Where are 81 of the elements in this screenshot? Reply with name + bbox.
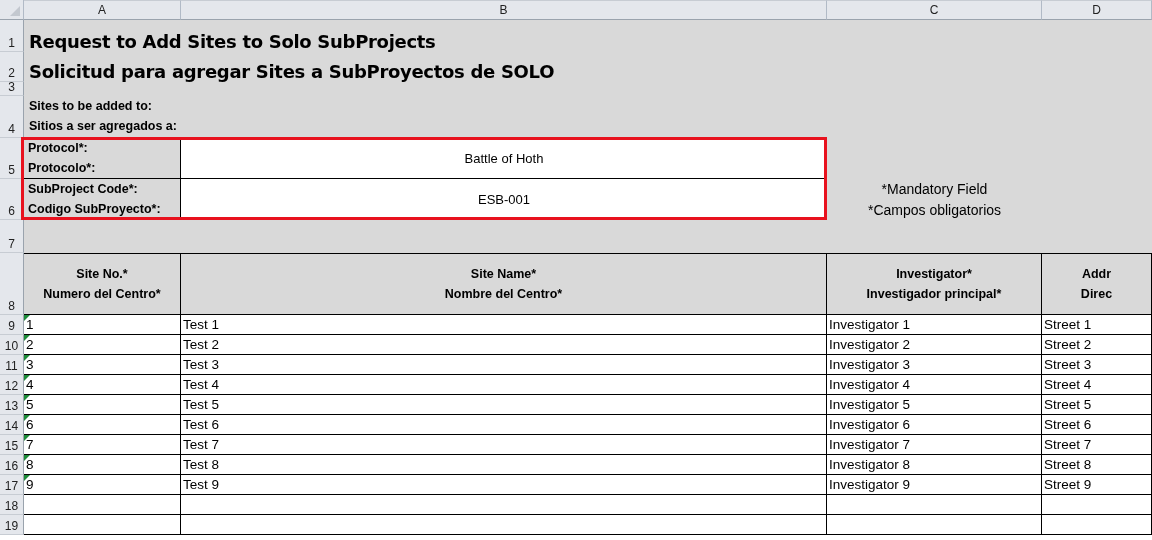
intro-text: Sitios a ser agregados a: [29, 118, 178, 135]
row-header[interactable]: 9 [0, 315, 24, 335]
table-cell: Test 3 [181, 355, 827, 375]
table-cell: Street 6 [1042, 415, 1152, 435]
row-header[interactable]: 18 [0, 495, 24, 515]
row-header[interactable]: 14 [0, 415, 24, 435]
field-value-cell[interactable]: ESB-001 [181, 179, 827, 220]
table-cell: Test 8 [181, 455, 827, 475]
empty-cell[interactable] [827, 515, 1042, 535]
row-header[interactable]: 8 [0, 253, 24, 315]
table-cell: Street 2 [1042, 335, 1152, 355]
table-cell: 4 [24, 375, 181, 395]
table-cell: Test 1 [181, 315, 827, 335]
row-header[interactable]: 15 [0, 435, 24, 455]
row-header[interactable]: 12 [0, 375, 24, 395]
table-cell: Test 9 [181, 475, 827, 495]
table-cell: Street 7 [1042, 435, 1152, 455]
field-label: Codigo SubProyecto*: [28, 201, 162, 218]
table-cell: Street 8 [1042, 455, 1152, 475]
table-cell: Test 4 [181, 375, 827, 395]
row-header[interactable]: 5 [0, 138, 24, 179]
row-header[interactable]: 11 [0, 355, 24, 375]
table-cell: 7 [24, 435, 181, 455]
table-cell: 5 [24, 395, 181, 415]
empty-cell[interactable] [1042, 515, 1152, 535]
mandatory-note: *Campos obligatorios [867, 200, 1002, 220]
row-header[interactable]: 4 [0, 96, 24, 138]
table-cell: Test 6 [181, 415, 827, 435]
row-header[interactable]: 16 [0, 455, 24, 475]
table-cell: Investigator 2 [827, 335, 1042, 355]
column-header[interactable]: D [1042, 0, 1152, 20]
mandatory-note: *Mandatory Field [881, 179, 988, 199]
table-cell: Street 3 [1042, 355, 1152, 375]
empty-cell[interactable] [1042, 495, 1152, 515]
row-header[interactable]: 13 [0, 395, 24, 415]
row-header[interactable]: 17 [0, 475, 24, 495]
table-cell: 3 [24, 355, 181, 375]
empty-cell[interactable] [181, 515, 827, 535]
table-cell: Test 5 [181, 395, 827, 415]
column-heading: Investigator* Investigador principal* [827, 253, 1042, 315]
table-cell: 2 [24, 335, 181, 355]
intro-text: Sites to be added to: [29, 98, 153, 115]
table-cell: Investigator 8 [827, 455, 1042, 475]
table-cell: Investigator 4 [827, 375, 1042, 395]
table-cell: 8 [24, 455, 181, 475]
field-value-cell[interactable]: Battle of Hoth [181, 138, 827, 179]
table-cell: 6 [24, 415, 181, 435]
row-header[interactable]: 10 [0, 335, 24, 355]
column-heading: Site Name* Nombre del Centro* [181, 253, 827, 315]
row-header[interactable]: 19 [0, 515, 24, 535]
sheet-title: Request to Add Sites to Solo SubProjects [28, 30, 437, 52]
table-cell: Investigator 9 [827, 475, 1042, 495]
sheet-subtitle: Solicitud para agregar Sites a SubProyectos de SOLO [28, 60, 556, 82]
row-header[interactable]: 6 [0, 179, 24, 220]
row-header[interactable]: 7 [0, 220, 24, 253]
table-cell: Test 2 [181, 335, 827, 355]
table-cell: Street 9 [1042, 475, 1152, 495]
column-header[interactable]: A [24, 0, 181, 20]
row-header[interactable]: 2 [0, 52, 24, 82]
empty-cell[interactable] [827, 495, 1042, 515]
table-cell: Street 5 [1042, 395, 1152, 415]
table-cell: Test 7 [181, 435, 827, 455]
column-header[interactable]: C [827, 0, 1042, 20]
field-label: Protocol*: [28, 140, 89, 157]
column-heading: Addr Direc [1042, 253, 1152, 315]
row-header[interactable]: 1 [0, 20, 24, 52]
table-cell: 1 [24, 315, 181, 335]
table-cell: 9 [24, 475, 181, 495]
column-header[interactable]: B [181, 0, 827, 20]
table-cell: Investigator 6 [827, 415, 1042, 435]
table-cell: Investigator 3 [827, 355, 1042, 375]
column-heading: Site No.* Numero del Centro* [24, 253, 181, 315]
table-cell: Investigator 1 [827, 315, 1042, 335]
empty-cell[interactable] [181, 495, 827, 515]
field-label: SubProject Code*: [28, 181, 139, 198]
table-cell: Street 4 [1042, 375, 1152, 395]
table-cell: Investigator 7 [827, 435, 1042, 455]
row-header[interactable]: 3 [0, 82, 24, 96]
table-cell: Street 1 [1042, 315, 1152, 335]
field-label: Protocolo*: [28, 160, 97, 177]
table-cell: Investigator 5 [827, 395, 1042, 415]
